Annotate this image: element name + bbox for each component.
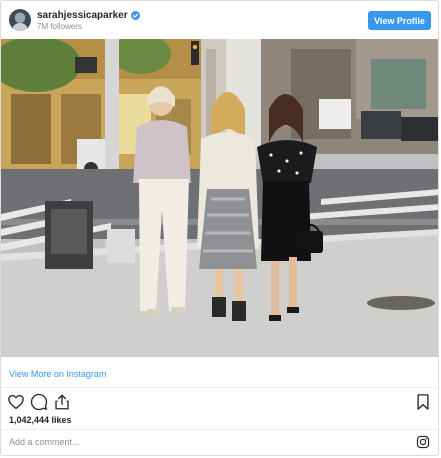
comment-input[interactable]: Add a comment... xyxy=(9,437,80,447)
instagram-embed-card: sarahjessicaparker 7M followers View Pro… xyxy=(0,0,439,456)
instagram-logo-icon[interactable] xyxy=(416,435,430,449)
heart-icon[interactable] xyxy=(7,393,25,411)
post-image[interactable] xyxy=(1,39,438,357)
divider xyxy=(1,387,438,388)
post-header: sarahjessicaparker 7M followers View Pro… xyxy=(1,1,438,39)
username-row: sarahjessicaparker xyxy=(37,9,140,22)
likes-count[interactable]: 1,042,444 likes xyxy=(9,415,72,425)
view-profile-button[interactable]: View Profile xyxy=(368,11,431,30)
view-more-link[interactable]: View More on Instagram xyxy=(9,369,106,379)
bookmark-icon[interactable] xyxy=(414,393,432,411)
comment-icon[interactable] xyxy=(30,393,48,411)
action-bar xyxy=(1,391,438,413)
follower-count: 7M followers xyxy=(37,22,82,31)
verified-badge-icon xyxy=(130,11,140,20)
share-icon[interactable] xyxy=(53,393,71,411)
username[interactable]: sarahjessicaparker xyxy=(37,10,128,21)
avatar[interactable] xyxy=(9,9,31,31)
divider xyxy=(1,429,438,430)
